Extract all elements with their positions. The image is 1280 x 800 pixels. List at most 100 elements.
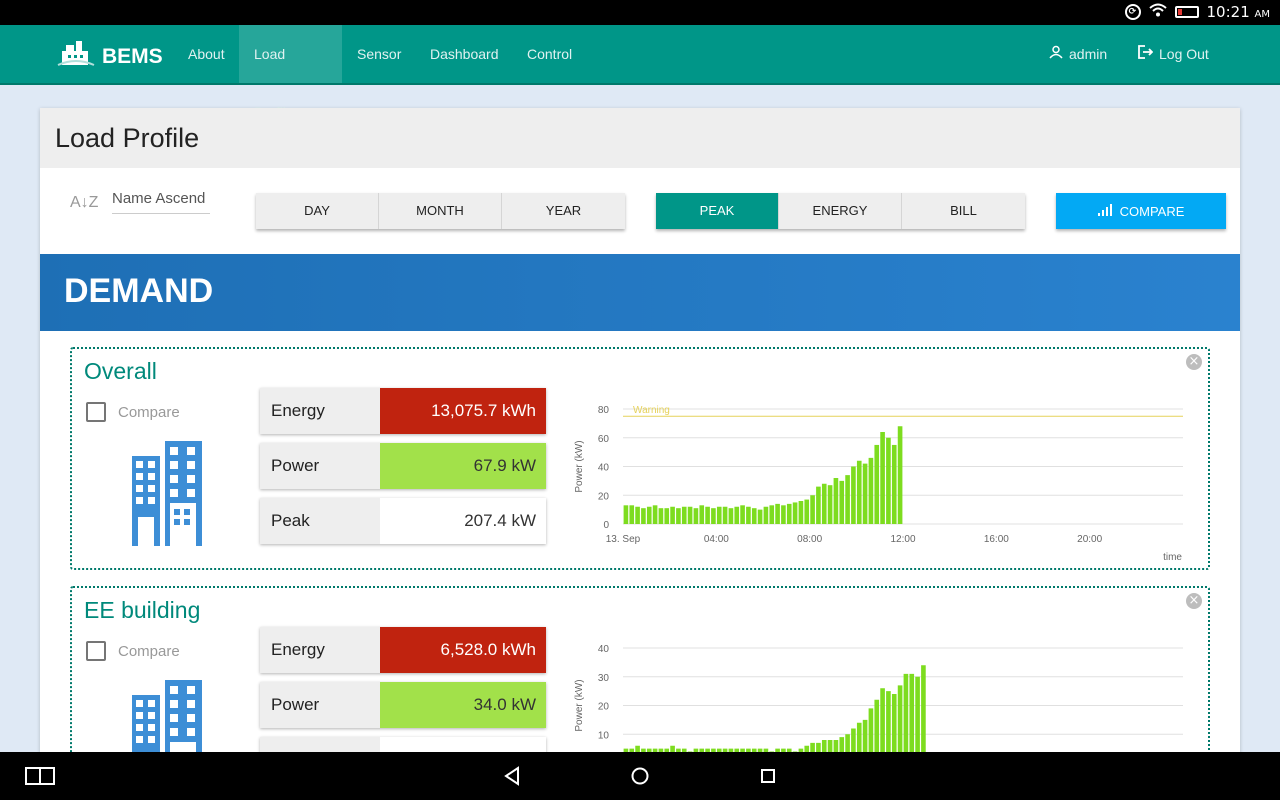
bar (699, 505, 705, 524)
energy-button[interactable]: ENERGY (779, 193, 902, 229)
nav-item-sensor[interactable]: Sensor (342, 25, 416, 83)
bar (757, 509, 763, 524)
energy-metric: Energy 6,528.0 kWh (260, 627, 546, 673)
bar (821, 483, 827, 524)
bar (693, 508, 699, 524)
bar (909, 673, 915, 763)
bar (781, 505, 786, 524)
nav-item-dashboard[interactable]: Dashboard (415, 25, 514, 83)
compare-label: Compare (118, 642, 180, 660)
bar (629, 505, 635, 524)
bar (687, 506, 693, 524)
checkbox-box[interactable] (86, 402, 106, 422)
peak-value: 207.4 kW (380, 498, 546, 544)
recents-icon[interactable] (761, 769, 775, 783)
y-tick-label: 40 (598, 644, 610, 655)
multiwindow-icon[interactable] (25, 767, 55, 785)
bar (623, 505, 629, 524)
peak-metric: Peak 207.4 kW (260, 498, 546, 544)
year-button[interactable]: YEAR (502, 193, 625, 229)
nav-item-control[interactable]: Control (512, 25, 587, 83)
brand[interactable]: BEMS (56, 39, 163, 75)
bar (798, 501, 804, 524)
power-label: Power (260, 443, 380, 489)
close-icon[interactable]: × (1186, 593, 1202, 609)
bar (728, 508, 734, 524)
x-tick-label: 04:00 (704, 534, 729, 545)
close-icon[interactable]: × (1186, 354, 1202, 370)
bar (827, 485, 833, 524)
android-nav-bar (0, 752, 1280, 800)
sort-select[interactable]: Name Ascend (112, 190, 210, 214)
compare-checkbox[interactable]: Compare (86, 641, 180, 661)
bar (903, 673, 909, 763)
back-icon[interactable] (504, 766, 519, 786)
logout-icon (1137, 25, 1154, 83)
nav-item-load-profile[interactable]: Load Profile (239, 25, 342, 120)
energy-metric: Energy 13,075.7 kWh (260, 388, 546, 434)
sort-az-icon[interactable]: A↓Z (70, 194, 98, 212)
bar (763, 506, 769, 524)
bar (839, 480, 845, 524)
bar (670, 506, 675, 524)
bar (868, 457, 874, 524)
y-tick-label: 20 (598, 491, 610, 502)
x-axis-label: time (1163, 552, 1182, 562)
bar-chart-icon (1097, 203, 1112, 219)
page-title: Load Profile (55, 123, 200, 153)
compare-button[interactable]: COMPARE (1056, 193, 1226, 229)
power-value: 34.0 kW (380, 682, 546, 728)
y-tick-label: 40 (598, 463, 610, 474)
y-tick-label: 60 (598, 434, 610, 445)
bar (845, 475, 850, 524)
bar (915, 676, 920, 763)
x-tick-label: 13. Sep (606, 534, 641, 545)
panel-overall: Overall × Compare Energy 13,075.7 kWh Po… (70, 347, 1210, 570)
bar (722, 506, 728, 524)
day-button[interactable]: DAY (256, 193, 379, 229)
bar (652, 505, 658, 524)
panel-title: Overall (84, 358, 157, 384)
bar (635, 506, 640, 524)
bar (856, 460, 862, 524)
bar (880, 432, 885, 524)
battery-icon (1174, 6, 1199, 18)
y-axis-label: Power (kW) (574, 679, 585, 731)
power-label: Power (260, 682, 380, 728)
peak-label: Peak (260, 498, 380, 544)
peak-button[interactable]: PEAK (656, 193, 779, 229)
bar (641, 508, 646, 524)
bar (646, 506, 652, 524)
energy-label: Energy (260, 627, 380, 673)
demand-chart-ee-building: 010203040Power (kW) (574, 644, 1183, 768)
month-button[interactable]: MONTH (379, 193, 502, 229)
bar (681, 506, 687, 524)
bar (705, 506, 710, 524)
bar (874, 444, 880, 524)
panel-ee-building: EE building × Compare Energy 6,528.0 kWh… (70, 586, 1210, 768)
bar (810, 495, 815, 524)
bar (833, 478, 839, 524)
bar (851, 466, 856, 524)
status-bar: ⟳ 10:21 AM (0, 0, 1280, 25)
x-tick-label: 12:00 (890, 534, 915, 545)
bar (886, 437, 891, 524)
logout-link[interactable]: Log Out (1137, 25, 1209, 83)
warning-label: Warning (633, 405, 670, 416)
checkbox-box[interactable] (86, 641, 106, 661)
bar (816, 486, 821, 524)
compare-checkbox[interactable]: Compare (86, 402, 180, 422)
user-menu[interactable]: admin (1049, 25, 1107, 83)
bar (734, 506, 740, 524)
nav-item-about[interactable]: About (173, 25, 240, 83)
home-icon[interactable] (631, 767, 649, 785)
bar (676, 508, 681, 524)
bar (746, 506, 751, 524)
brand-name: BEMS (102, 45, 163, 68)
bill-button[interactable]: BILL (902, 193, 1025, 229)
power-value: 67.9 kW (380, 443, 546, 489)
sync-icon: ⟳ (1124, 4, 1141, 20)
bar (897, 426, 903, 524)
bar (740, 505, 745, 524)
demand-section-header: DEMAND (40, 254, 1240, 331)
